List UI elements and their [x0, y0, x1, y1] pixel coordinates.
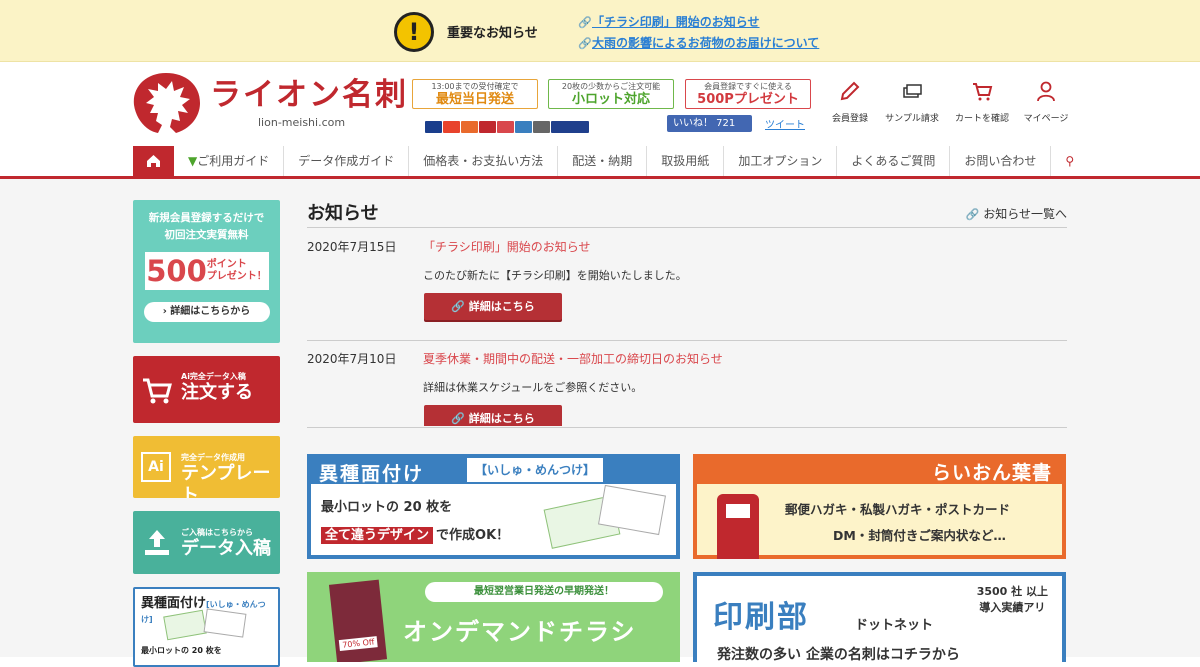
badge-same-day: 13:00までの受付確定で 最短当日発送 [412, 79, 538, 109]
member-banner[interactable]: 新規会員登録するだけで 初回注文実質無料 500ポイント プレゼント！ › 詳細は… [133, 200, 280, 343]
home-icon [147, 155, 160, 167]
news-title-link[interactable]: 夏季休業・期間中の配送・一部加工の締切日のお知らせ [423, 350, 723, 367]
news-item: 2020年7月10日 夏季休業・期間中の配送・一部加工の締切日のお知らせ 詳細は… [307, 350, 1067, 426]
sample-request-button[interactable]: サンプル請求 [881, 80, 943, 125]
upload-icon [145, 530, 169, 555]
card-sample-image [203, 608, 247, 638]
news-heading: お知らせ [307, 203, 379, 224]
logo-url: lion-meishi.com [258, 116, 346, 129]
logo-text[interactable]: ライオン名刺 [210, 76, 408, 114]
link-icon: 🔗 [578, 37, 592, 50]
divider [307, 340, 1067, 341]
mastercard-icon [443, 120, 460, 133]
nav-item-guide[interactable]: ▼ご利用ガイド [174, 146, 283, 176]
nav-item-delivery[interactable]: 配送・納期 [557, 146, 646, 176]
order-button[interactable]: Ai完全データ入稿 注文する [133, 356, 280, 423]
ai-file-icon: Ai [141, 452, 171, 482]
facebook-like-button[interactable]: いいね！ 721 [667, 115, 752, 132]
cart-icon [973, 83, 993, 101]
main-area: 新規会員登録するだけで 初回注文実質無料 500ポイント プレゼント！ › 詳細は… [0, 179, 1200, 667]
divider [307, 227, 1067, 228]
global-nav: ▼ご利用ガイド データ作成ガイド 価格表・お支払い方法 配送・納期 取扱用紙 加… [0, 146, 1200, 179]
upload-button[interactable]: ご入稿はこちらから データ入稿 [133, 511, 280, 574]
template-button[interactable]: Ai 完全データ作成用 テンプレート [133, 436, 280, 498]
flyer-sample-image: 70% Off [328, 579, 388, 662]
nav-item-paper[interactable]: 取扱用紙 [646, 146, 723, 176]
payment-cards [425, 116, 590, 133]
card-icon [533, 120, 550, 133]
flyer-banner[interactable]: 70% Off 最短翌営業日発送の早期発送！ オンデマンドチラシ [307, 572, 680, 662]
cart-icon [143, 378, 172, 404]
link-icon: 🔗 [965, 208, 980, 221]
lion-logo-icon[interactable] [128, 69, 204, 135]
isyu-mini-banner[interactable]: 異種面付け[いしゅ・めんつけ] 最小ロットの 20 枚を [133, 587, 280, 667]
home-button[interactable] [133, 146, 174, 176]
divider [307, 427, 1067, 428]
notice-link-rain[interactable]: 🔗大雨の影響によるお荷物のお届けについて [578, 33, 819, 54]
notice-links: 🔗「チラシ印刷」開始のお知らせ 🔗大雨の影響によるお荷物のお届けについて [578, 12, 819, 54]
card-icon [461, 120, 478, 133]
card-icon [497, 120, 514, 133]
postbox-icon [717, 494, 759, 559]
nav-item-faq[interactable]: よくあるご質問 [836, 146, 949, 176]
insatsubu-banner[interactable]: 印刷部 ドットネット 3500 社 以上 導入実績アリ 発注数の多い 企業の名刺は… [693, 572, 1066, 662]
link-icon: 🔗 [578, 16, 592, 29]
nav-item-contact[interactable]: お問い合わせ [949, 146, 1050, 176]
member-detail-button[interactable]: › 詳細はこちらから [143, 302, 270, 322]
news-detail-button[interactable]: 🔗 詳細はこちら [424, 293, 562, 320]
amex-card-icon [515, 120, 532, 133]
notice-title: 重要なお知らせ [447, 26, 538, 41]
cart-button[interactable]: カートを確認 [951, 80, 1013, 125]
nav-item-options[interactable]: 加工オプション [723, 146, 836, 176]
news-detail-button[interactable]: 🔗 詳細はこちら [424, 405, 562, 426]
user-icon [1037, 81, 1055, 102]
nav-item-price[interactable]: 価格表・お支払い方法 [408, 146, 557, 176]
link-icon: 🔗 [451, 300, 465, 313]
isyu-banner[interactable]: 異種面付け 【いしゅ・めんつけ】 最小ロットの 20 枚を 全て違うデザイン で作… [307, 454, 680, 559]
link-icon: 🔗 [451, 412, 465, 425]
hagaki-banner[interactable]: らいおん葉書 郵便ハガキ・私製ハガキ・ポストカード DM・封筒付きご案内状など… [693, 454, 1066, 559]
diners-card-icon [551, 120, 589, 133]
badge-small-lot: 20枚の少数からご注文可能 小ロット対応 [548, 79, 674, 109]
notice-link-flyer[interactable]: 🔗「チラシ印刷」開始のお知らせ [578, 12, 819, 33]
news-list-link[interactable]: 🔗 お知らせ一覧へ [966, 205, 1067, 222]
search-icon: ⚲ [1065, 154, 1075, 168]
cards-icon [903, 84, 922, 98]
beginner-icon: ▼ [188, 154, 198, 168]
nav-item-data-guide[interactable]: データ作成ガイド [283, 146, 408, 176]
badge-500p: 会員登録ですぐに使える 500Pプレゼント [685, 79, 811, 109]
tweet-link[interactable]: ツイート [765, 116, 805, 131]
mypage-button[interactable]: マイページ [1015, 80, 1077, 125]
visa-card-icon [425, 120, 442, 133]
news-title-link[interactable]: 「チラシ印刷」開始のお知らせ [423, 238, 591, 255]
site-header: ライオン名刺 lion-meishi.com 13:00までの受付確定で 最短当日… [0, 62, 1200, 146]
nav-search[interactable]: ⚲ [1050, 146, 1088, 176]
pen-icon [840, 81, 860, 101]
jcb-card-icon [479, 120, 496, 133]
member-register-button[interactable]: 会員登録 [819, 80, 881, 125]
important-notice-bar: ! 重要なお知らせ 🔗「チラシ印刷」開始のお知らせ 🔗大雨の影響によるお荷物のお… [0, 0, 1200, 62]
warning-icon: ! [394, 12, 434, 52]
